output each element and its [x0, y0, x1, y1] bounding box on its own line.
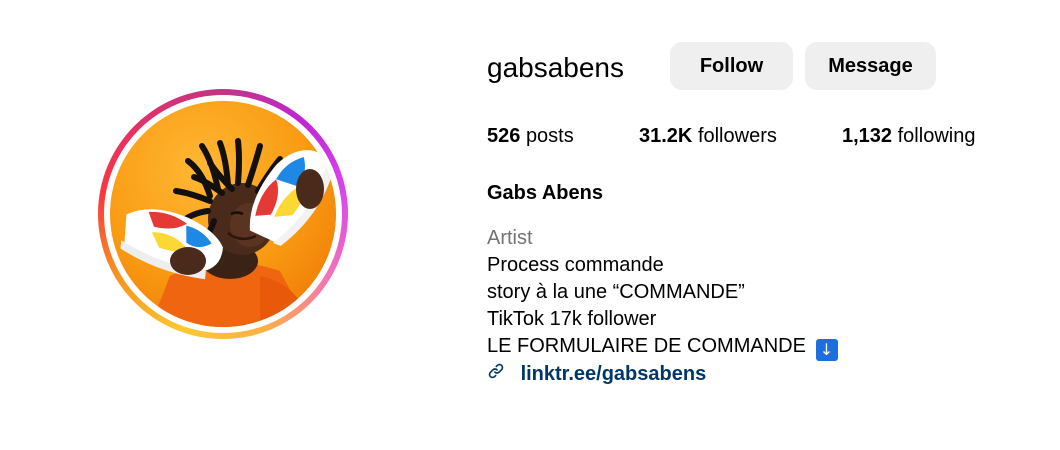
- follow-button[interactable]: Follow: [670, 42, 793, 90]
- avatar[interactable]: [110, 101, 336, 327]
- posts-stat: 526 posts: [487, 124, 574, 148]
- followers-label: followers: [697, 125, 777, 147]
- following-count: 1,132: [842, 125, 893, 147]
- bio-line: TikTok 17k follower: [487, 308, 657, 330]
- avatar-ring-gap: [104, 95, 342, 333]
- bio-line-with-arrow: LE FORMULAIRE DE COMMANDE ↓: [487, 333, 838, 361]
- profile-full-name: Gabs Abens: [487, 182, 603, 204]
- profile-category: Artist: [487, 227, 533, 249]
- followers-count: 31.2K: [639, 125, 693, 147]
- following-label: following: [897, 125, 976, 147]
- bio-link[interactable]: linktr.ee/gabsabens: [487, 361, 838, 388]
- down-arrow-emoji-icon: ↓: [815, 339, 838, 361]
- bio-line: story à la une “COMMANDE”: [487, 281, 745, 303]
- profile-username: gabsabens: [487, 52, 625, 83]
- bio-line: Process commande: [487, 254, 664, 276]
- avatar-story-ring[interactable]: [98, 89, 348, 339]
- profile-bio: Artist Process commande story à la une “…: [487, 225, 838, 388]
- bio-link-text[interactable]: linktr.ee/gabsabens: [521, 363, 707, 385]
- posts-count: 526: [487, 125, 521, 147]
- following-stat[interactable]: 1,132 following: [842, 124, 975, 148]
- posts-label: posts: [525, 125, 574, 147]
- profile-page: gabsabens Follow Message 526 posts 31.2K…: [0, 0, 1060, 450]
- bio-line: LE FORMULAIRE DE COMMANDE: [487, 335, 806, 357]
- followers-stat[interactable]: 31.2K followers: [639, 124, 777, 148]
- link-icon: [488, 363, 504, 379]
- message-button[interactable]: Message: [805, 42, 936, 90]
